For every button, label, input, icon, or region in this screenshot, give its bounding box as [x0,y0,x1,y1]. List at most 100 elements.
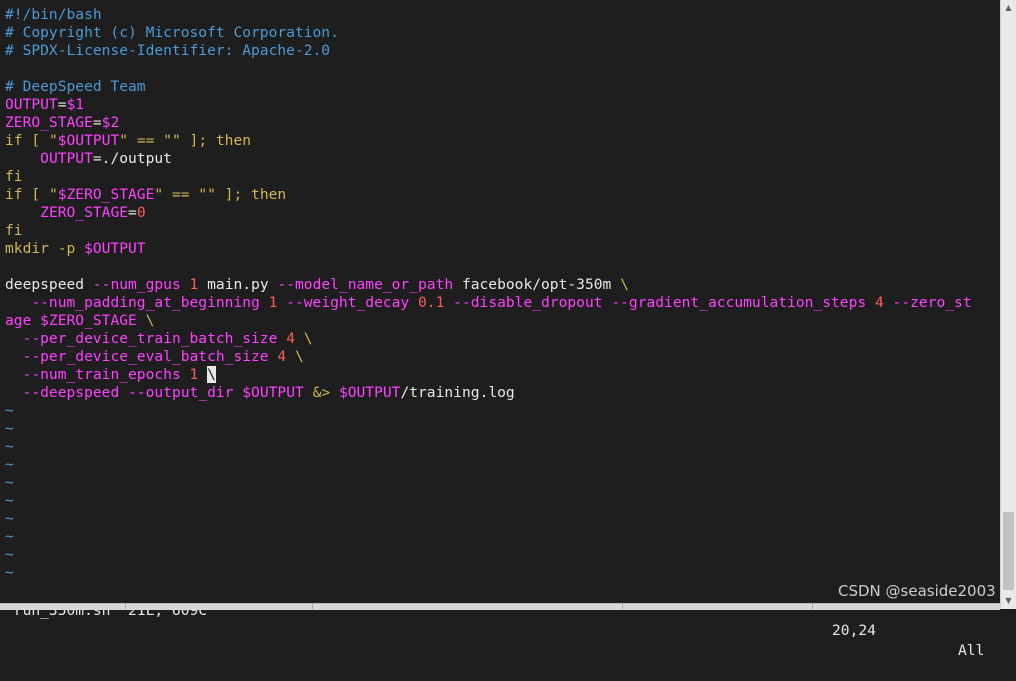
code-line[interactable]: --deepspeed --output_dir $OUTPUT &> $OUT… [5,384,515,402]
code-line[interactable]: OUTPUT=$1 [5,96,84,114]
code-token: --deepspeed [22,384,120,401]
code-token: $OUTPUT [338,384,401,401]
code-line[interactable]: fi [5,222,23,240]
code-token: ZERO_STAGE [40,204,129,221]
code-token: OUTPUT [5,96,58,113]
tilde-marker: ~ [5,510,14,527]
vertical-scrollbar[interactable]: ▲ ▼ [1000,0,1016,609]
edge-tick [622,603,623,609]
tilde-marker: ~ [5,564,14,581]
edge-tick [125,603,126,609]
code-token: if [5,132,23,149]
tilde-marker: ~ [5,492,14,509]
scroll-percentage: All [958,642,985,659]
scroll-down-arrow-icon[interactable]: ▼ [1001,593,1016,609]
text-cursor: \ [207,366,216,383]
code-line[interactable]: ZERO_STAGE=0 [5,204,145,222]
edge-tick [812,603,813,609]
code-token: $2 [101,114,120,131]
code-token: fi [5,222,23,239]
code-token: --output_dir [128,384,234,401]
code-token: $ZERO_STAGE [40,312,137,329]
code-token: --num_gpus [92,276,181,293]
code-token: if [5,186,23,203]
code-line[interactable]: --num_train_epochs 1 \ [5,366,216,384]
code-token: # DeepSpeed Team [5,78,146,95]
code-token: \ [286,348,304,365]
scroll-up-arrow-icon[interactable]: ▲ [1001,0,1016,16]
code-token: main.py [198,276,278,293]
code-token: --disable_dropout [453,294,603,311]
code-token: 4 [277,348,287,365]
code-line[interactable]: age $ZERO_STAGE \ [5,312,154,330]
code-token: $OUTPUT [242,384,304,401]
code-token: mkdir -p [5,240,85,257]
code-line[interactable]: if [ "$ZERO_STAGE" == "" ]; then [5,186,286,204]
code-line[interactable]: # SPDX-License-Identifier: Apache-2.0 [5,42,330,60]
code-token: fi [5,168,23,185]
code-line[interactable]: OUTPUT=./output [5,150,172,168]
tilde-marker: ~ [5,456,14,473]
tilde-marker: ~ [5,420,14,437]
code-token: deepspeed [5,276,93,293]
code-token: --gradient_accumulation_steps [611,294,867,311]
code-token: --num_train_epochs [22,366,181,383]
code-line[interactable]: fi [5,168,23,186]
vim-editor[interactable]: #!/bin/bash # Copyright (c) Microsoft Cor… [0,0,1000,659]
code-line[interactable]: --per_device_train_batch_size 4 \ [5,330,313,348]
code-line[interactable]: deepspeed --num_gpus 1 main.py --model_n… [5,276,629,294]
code-token: --weight_decay [286,294,410,311]
code-token: #!/bin/bash [5,6,102,23]
code-line[interactable]: --num_padding_at_beginning 1 --weight_de… [5,294,972,312]
tilde-marker: ~ [5,402,14,419]
code-token: --zero_st [892,294,972,311]
code-token: [ [22,132,49,149]
code-token: age [5,312,32,329]
code-token: \ [136,312,155,329]
code-token: --model_name_or_path [277,276,454,293]
code-line[interactable]: # DeepSpeed Team [5,78,146,96]
code-token: \ [294,330,313,347]
code-line[interactable]: # Copyright (c) Microsoft Corporation. [5,24,339,42]
tilde-marker: ~ [5,474,14,491]
code-token: $1 [66,96,85,113]
code-token: --num_padding_at_beginning [31,294,260,311]
code-token: --per_device_eval_batch_size [22,348,269,365]
code-line[interactable]: mkdir -p $OUTPUT [5,240,146,258]
code-line[interactable]: ZERO_STAGE=$2 [5,114,119,132]
code-token: = [128,204,137,221]
code-token: = [57,96,67,113]
scrollbar-thumb[interactable] [1003,512,1014,590]
code-token: " [48,132,58,149]
cursor-position: 20,24 [832,622,876,639]
code-token: ZERO_STAGE [5,114,93,131]
code-token: /training.log [400,384,515,401]
code-line[interactable]: #!/bin/bash [5,6,102,24]
tilde-marker: ~ [5,438,14,455]
code-line[interactable]: --per_device_eval_batch_size 4 \ [5,348,304,366]
code-token: # Copyright (c) Microsoft Corporation. [5,24,339,41]
code-token: = [92,114,102,131]
code-token: # SPDX-License-Identifier: Apache-2.0 [5,42,331,59]
code-token: $ZERO_STAGE [57,186,155,203]
code-token: OUTPUT [40,150,93,167]
code-line[interactable]: if [ "$OUTPUT" == "" ]; then [5,132,251,150]
code-token: $OUTPUT [57,132,120,149]
